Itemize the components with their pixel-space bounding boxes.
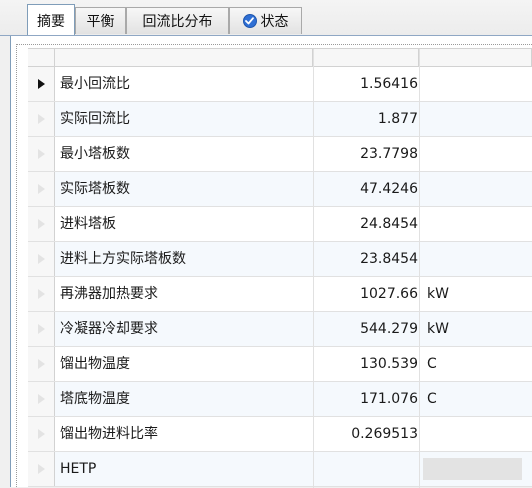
header-unit-column[interactable] <box>419 49 532 66</box>
property-name: 再沸器加热要求 <box>60 286 158 302</box>
tab-balance[interactable]: 平衡 <box>75 7 126 34</box>
row-selector[interactable] <box>28 67 55 101</box>
row-arrow-icon <box>37 254 45 264</box>
row-selector[interactable] <box>28 452 55 486</box>
row-arrow-icon <box>37 184 45 194</box>
property-value[interactable]: 1.877 <box>311 102 418 136</box>
check-circle-icon <box>242 14 257 28</box>
property-name: 馏出物温度 <box>60 356 130 372</box>
property-unit[interactable]: C <box>427 382 517 416</box>
table-row[interactable]: 馏出物进料比率 0.269513 <box>28 417 532 452</box>
header-name-column[interactable] <box>55 49 313 66</box>
property-name: 进料上方实际塔板数 <box>60 251 186 267</box>
property-unit[interactable]: kW <box>427 312 517 346</box>
property-name: 馏出物进料比率 <box>60 426 158 442</box>
property-name: 塔底物温度 <box>60 391 130 407</box>
table-row[interactable]: 冷凝器冷却要求 544.279 kW <box>28 312 532 347</box>
property-name: 实际塔板数 <box>60 181 130 197</box>
property-value[interactable]: 544.279 <box>311 312 418 346</box>
tab-label: 状态 <box>260 14 289 30</box>
row-selector[interactable] <box>28 417 55 451</box>
row-arrow-icon <box>37 429 45 439</box>
row-arrow-icon <box>37 289 45 299</box>
table-row[interactable]: 实际回流比 1.877 <box>28 102 532 137</box>
row-selector[interactable] <box>28 382 55 416</box>
row-arrow-icon <box>37 149 45 159</box>
header-value-column[interactable] <box>313 49 419 66</box>
row-arrow-icon <box>37 219 45 229</box>
property-unit[interactable]: C <box>427 347 517 381</box>
row-selector[interactable] <box>28 277 55 311</box>
tab-summary[interactable]: 摘要 <box>27 4 75 37</box>
summary-grid[interactable]: 最小回流比 1.56416 实际回流比 1.877 最小塔板数 23.7798 实际塔板数 4… <box>28 48 532 488</box>
property-name: 进料塔板 <box>60 216 116 232</box>
table-row[interactable]: HETP <box>28 452 532 487</box>
table-row[interactable]: 馏出物温度 130.539 C <box>28 347 532 382</box>
property-unit[interactable] <box>427 102 517 136</box>
property-name: HETP <box>60 461 97 477</box>
property-unit[interactable] <box>427 242 517 276</box>
property-value[interactable]: 1027.66 <box>311 277 418 311</box>
property-name: 最小塔板数 <box>60 146 130 162</box>
grid-header <box>28 49 532 67</box>
row-arrow-icon <box>37 324 45 334</box>
table-row[interactable]: 进料上方实际塔板数 23.8454 <box>28 242 532 277</box>
property-unit[interactable] <box>427 207 517 241</box>
property-unit[interactable] <box>427 172 517 206</box>
table-row[interactable]: 实际塔板数 47.4246 <box>28 172 532 207</box>
tab-bar: 摘要 平衡 回流比分布 状态 <box>0 0 532 37</box>
row-selector[interactable] <box>28 207 55 241</box>
property-value[interactable]: 1.56416 <box>311 67 418 101</box>
property-value[interactable]: 0.269513 <box>311 417 418 451</box>
property-value[interactable] <box>311 452 418 486</box>
table-row[interactable]: 进料塔板 24.8454 <box>28 207 532 242</box>
tab-label: 回流比分布 <box>142 14 213 30</box>
table-row[interactable]: 最小塔板数 23.7798 <box>28 137 532 172</box>
property-unit[interactable] <box>427 417 517 451</box>
row-selector[interactable] <box>28 137 55 171</box>
property-unit[interactable] <box>427 67 517 101</box>
row-arrow-icon <box>37 394 45 404</box>
column-divider <box>313 49 314 488</box>
property-value[interactable]: 24.8454 <box>311 207 418 241</box>
property-value[interactable]: 23.7798 <box>311 137 418 171</box>
property-value[interactable]: 23.8454 <box>311 242 418 276</box>
property-name: 最小回流比 <box>60 76 130 92</box>
current-row-arrow-icon <box>37 79 45 89</box>
tab-label: 摘要 <box>37 13 65 30</box>
column-divider <box>419 49 420 488</box>
row-selector[interactable] <box>28 172 55 206</box>
row-selector[interactable] <box>28 242 55 276</box>
row-arrow-icon <box>37 464 45 474</box>
table-row[interactable]: 最小回流比 1.56416 <box>28 67 532 102</box>
tab-label: 平衡 <box>86 14 115 30</box>
property-value[interactable]: 47.4246 <box>311 172 418 206</box>
disabled-unit-cell <box>423 458 522 480</box>
tab-reflux-ratio-profile[interactable]: 回流比分布 <box>126 7 229 34</box>
property-value[interactable]: 171.076 <box>311 382 418 416</box>
property-name: 实际回流比 <box>60 111 130 127</box>
row-selector[interactable] <box>28 312 55 346</box>
property-value[interactable]: 130.539 <box>311 347 418 381</box>
header-selector-cell <box>28 49 55 66</box>
row-arrow-icon <box>37 359 45 369</box>
row-selector[interactable] <box>28 347 55 381</box>
property-unit[interactable] <box>427 137 517 171</box>
table-row[interactable]: 再沸器加热要求 1027.66 kW <box>28 277 532 312</box>
property-name: 冷凝器冷却要求 <box>60 321 158 337</box>
tab-status[interactable]: 状态 <box>229 7 302 34</box>
row-selector[interactable] <box>28 102 55 136</box>
property-unit[interactable]: kW <box>427 277 517 311</box>
table-row[interactable]: 塔底物温度 171.076 C <box>28 382 532 417</box>
row-arrow-icon <box>37 114 45 124</box>
